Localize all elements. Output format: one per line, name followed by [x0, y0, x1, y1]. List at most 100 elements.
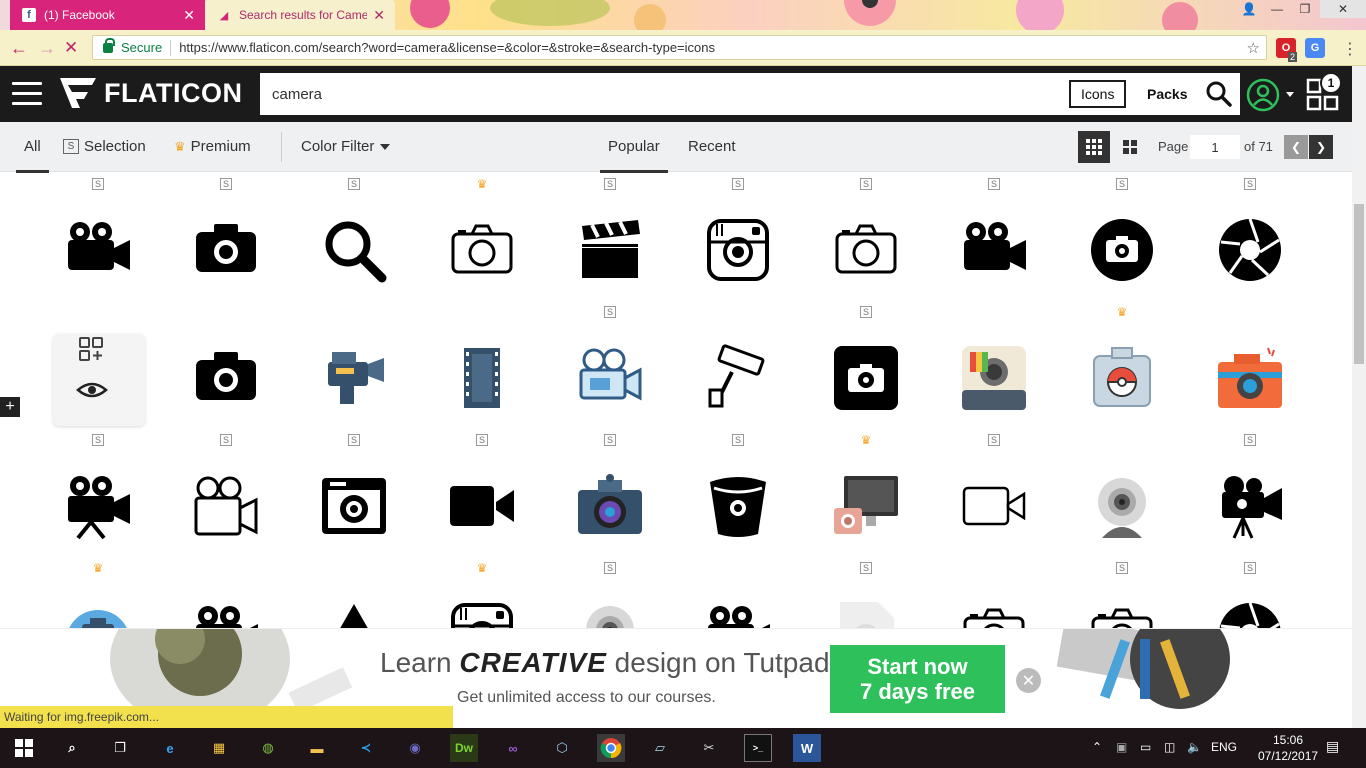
icon-result-card[interactable]: S — [930, 428, 1058, 556]
minimize-icon[interactable]: — — [1264, 0, 1290, 18]
sort-recent[interactable]: Recent — [688, 138, 736, 155]
icon-result-card[interactable] — [930, 300, 1058, 428]
tray-app-icon[interactable]: ▣ — [1116, 740, 1127, 754]
cube-app-icon[interactable]: ⬡ — [548, 734, 576, 762]
icons-toggle-button[interactable]: Icons — [1069, 80, 1127, 108]
icon-result-card[interactable]: S — [546, 428, 674, 556]
icon-result-card[interactable]: S — [290, 172, 418, 300]
battery-icon[interactable]: ▭ — [1140, 740, 1151, 754]
url-text[interactable]: https://www.flaticon.com/search?word=cam… — [179, 40, 715, 55]
filter-premium[interactable]: ♛ Premium — [174, 138, 251, 155]
eclipse-icon[interactable]: ◉ — [401, 734, 429, 762]
visual-studio-icon[interactable]: ∞ — [499, 734, 527, 762]
icon-result-card[interactable]: S — [162, 172, 290, 300]
edge-icon[interactable]: e — [156, 734, 184, 762]
packs-toggle-button[interactable]: Packs — [1147, 86, 1187, 102]
icon-result-card[interactable]: S — [802, 172, 930, 300]
tab-flaticon-search[interactable]: ◢ Search results for Camera ✕ — [205, 0, 395, 30]
icon-result-card[interactable] — [674, 300, 802, 428]
icon-result-card[interactable]: S — [802, 300, 930, 428]
icon-result-card[interactable]: S — [290, 428, 418, 556]
icon-result-card[interactable] — [34, 300, 162, 428]
page-scrollbar[interactable] — [1352, 66, 1366, 728]
search-input[interactable] — [272, 85, 1052, 103]
icon-result-card[interactable] — [290, 556, 418, 630]
sort-popular[interactable]: Popular — [600, 138, 668, 173]
icon-result-card[interactable]: S — [34, 428, 162, 556]
omnibox[interactable]: Secure https://www.flaticon.com/search?w… — [92, 35, 1267, 60]
language-indicator[interactable]: ENG — [1211, 740, 1237, 754]
icon-result-card[interactable]: S — [1186, 172, 1314, 300]
tools-icon[interactable]: ✂ — [695, 734, 723, 762]
dreamweaver-icon[interactable]: Dw — [450, 734, 478, 762]
close-window-icon[interactable]: ✕ — [1320, 0, 1366, 18]
notepad-icon[interactable]: ▱ — [646, 734, 674, 762]
icon-result-card[interactable]: ♛ — [418, 556, 546, 630]
icon-result-card[interactable] — [290, 300, 418, 428]
windows-start-icon[interactable] — [10, 734, 38, 762]
hamburger-menu-icon[interactable] — [12, 82, 42, 106]
page-number-input[interactable] — [1190, 135, 1240, 159]
icon-result-card[interactable]: S — [1058, 172, 1186, 300]
icon-result-card[interactable]: S — [418, 428, 546, 556]
icon-result-card[interactable]: ♛ — [418, 172, 546, 300]
icon-result-card[interactable] — [674, 556, 802, 630]
scrollbar-thumb[interactable] — [1354, 204, 1364, 364]
icon-result-card[interactable]: S — [162, 428, 290, 556]
stop-loading-icon[interactable]: ✕ — [64, 38, 78, 58]
start-now-button[interactable]: Start now 7 days free — [830, 645, 1005, 713]
tab-close-icon[interactable]: ✕ — [373, 7, 385, 24]
word-icon[interactable]: W — [793, 734, 821, 762]
add-plus-icon[interactable]: + — [0, 397, 20, 417]
search-icon[interactable]: ⌕ — [58, 734, 86, 762]
flaticon-logo[interactable]: FLATICON — [58, 76, 242, 110]
user-account-icon[interactable] — [1246, 78, 1280, 112]
google-translate-icon[interactable]: G — [1305, 38, 1325, 58]
icon-result-card[interactable] — [162, 556, 290, 630]
icon-result-card[interactable]: ♛ — [34, 556, 162, 630]
color-filter-dropdown[interactable]: Color Filter — [301, 138, 391, 155]
menu-dots-icon[interactable]: ⋮ — [1342, 39, 1358, 59]
back-arrow-icon[interactable]: ← — [10, 38, 28, 59]
grid-large-view-icon[interactable] — [1114, 131, 1146, 163]
forward-arrow-icon[interactable]: → — [38, 38, 56, 59]
user-dropdown-caret-icon[interactable] — [1286, 92, 1294, 97]
vscode-icon[interactable]: ≺ — [352, 734, 380, 762]
icon-result-card[interactable] — [1186, 300, 1314, 428]
icon-result-card[interactable]: S — [546, 556, 674, 630]
system-clock[interactable]: 15:06 07/12/2017 — [1258, 732, 1318, 764]
search-icon[interactable] — [1206, 81, 1232, 107]
icon-result-card[interactable] — [162, 300, 290, 428]
store-icon[interactable]: ▦ — [205, 734, 233, 762]
prev-page-chevron-icon[interactable]: ❮ — [1284, 135, 1308, 159]
task-view-icon[interactable]: ❐ — [106, 734, 134, 762]
restore-icon[interactable]: ❐ — [1292, 0, 1318, 18]
file-explorer-icon[interactable]: ▬ — [303, 734, 331, 762]
icon-result-card[interactable]: ♛ — [802, 428, 930, 556]
bookmark-star-icon[interactable]: ☆ — [1247, 39, 1260, 57]
secure-indicator[interactable]: Secure — [103, 37, 162, 55]
icon-result-card[interactable]: S — [674, 172, 802, 300]
tray-chevron-up-icon[interactable]: ⌃ — [1092, 740, 1102, 754]
network-icon[interactable]: ◫ — [1164, 740, 1175, 754]
icon-result-card[interactable]: ♛ — [1058, 300, 1186, 428]
icon-result-card[interactable]: S — [674, 428, 802, 556]
volume-icon[interactable]: 🔈 — [1187, 740, 1202, 754]
profile-icon[interactable]: 👤 — [1236, 0, 1262, 18]
filter-all[interactable]: All — [16, 138, 49, 173]
icon-result-card[interactable] — [930, 556, 1058, 630]
icon-result-card[interactable] — [1058, 428, 1186, 556]
close-ad-icon[interactable]: ✕ — [1016, 668, 1041, 693]
icon-result-card[interactable]: S — [1186, 428, 1314, 556]
icon-result-card[interactable]: S — [34, 172, 162, 300]
grid-small-view-icon[interactable] — [1078, 131, 1110, 163]
notification-center-icon[interactable]: ▤ — [1326, 738, 1339, 755]
icon-result-card[interactable]: S — [546, 172, 674, 300]
icon-result-card[interactable]: S — [930, 172, 1058, 300]
icon-result-card[interactable]: S — [1186, 556, 1314, 630]
globe-app-icon[interactable]: ◍ — [254, 734, 282, 762]
icon-result-card[interactable]: S — [546, 300, 674, 428]
chrome-icon[interactable] — [597, 734, 625, 762]
terminal-icon[interactable]: >_ — [744, 734, 772, 762]
icon-result-card[interactable]: S — [802, 556, 930, 630]
